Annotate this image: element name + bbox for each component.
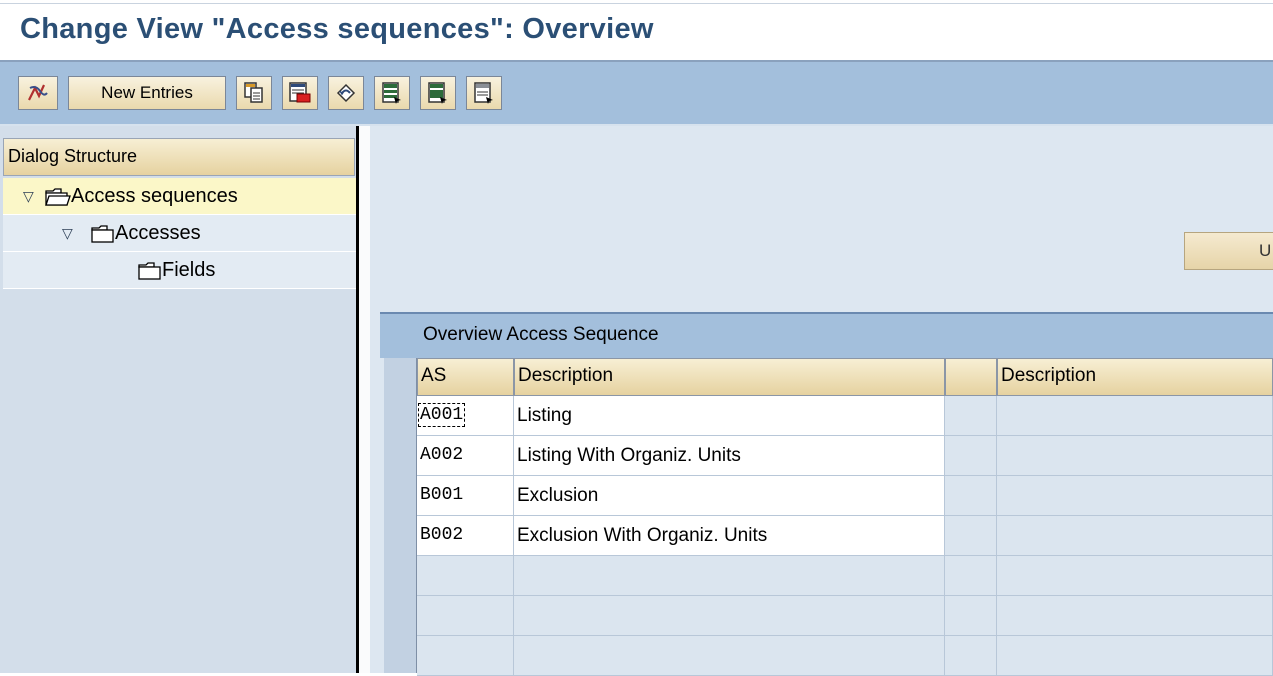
table-row-7-blank-cell [945,636,997,676]
table-row-4-as-cell[interactable]: B002 [417,516,514,556]
table-row-1-as-cell[interactable]: A001 [417,396,514,436]
delete-button[interactable] [282,76,318,110]
table-row-6-description-cell[interactable] [514,596,945,636]
table-row-4-description-cell[interactable]: Exclusion With Organiz. Units [514,516,945,556]
new-entries-label: New Entries [101,83,193,102]
folder-icon [91,225,114,243]
table-row-1-blank-cell [945,396,997,436]
select-block-button[interactable] [420,76,456,110]
table-row-7-description-cell[interactable] [514,636,945,676]
select-all-icon [382,82,401,104]
as-value: A002 [420,445,464,465]
table-title: Overview Access Sequence [380,312,1273,358]
column-header-blank[interactable] [945,358,997,396]
table-row-6-description-2-cell [997,596,1273,636]
select-all-button[interactable] [374,76,410,110]
dialog-structure-panel: Dialog Structure ▽ Access sequences ▽ Ac… [0,126,370,673]
folder-icon [138,262,161,280]
partially-visible-button[interactable]: U [1184,232,1273,270]
open-folder-icon [45,188,71,206]
table-row-4-description-2-cell [997,516,1273,556]
table-row-5-description-cell[interactable] [514,556,945,596]
panel-gap [359,126,370,673]
title-bar: Change View "Access sequences": Overview [0,0,1273,62]
column-header-description-2[interactable]: Description [997,358,1273,396]
table-row-5-description-2-cell [997,556,1273,596]
delete-icon [289,82,311,103]
table-row-2-blank-cell [945,436,997,476]
table-row-7-as-cell[interactable] [417,636,514,676]
select-block-icon [428,82,447,104]
description-value: Exclusion [517,485,599,506]
expand-triangle-icon[interactable]: ▽ [23,188,34,205]
tree-item-accesses[interactable]: ▽ Accesses [3,215,356,252]
as-value: B001 [420,485,464,505]
access-sequence-table: AS Description Description A001 Listing … [384,358,1273,676]
tree-item-access-sequences[interactable]: ▽ Access sequences [3,178,356,215]
table-row-3-as-cell[interactable]: B001 [417,476,514,516]
row-selector-column[interactable] [384,358,417,673]
title-top-divider [0,3,1273,4]
column-header-as[interactable]: AS [417,358,514,396]
description-value: Exclusion With Organiz. Units [517,525,768,546]
page-title: Change View "Access sequences": Overview [20,13,654,45]
deselect-all-button[interactable] [466,76,502,110]
copy-icon [244,82,263,103]
table-row-7-description-2-cell [997,636,1273,676]
column-header-description[interactable]: Description [514,358,945,396]
tree-item-label: Accesses [115,222,201,244]
table-row-5-blank-cell [945,556,997,596]
table-row-1-description-2-cell [997,396,1273,436]
as-value: A001 [417,403,466,427]
new-entries-button[interactable]: New Entries [68,76,226,110]
copy-button[interactable] [236,76,272,110]
table-row-1-description-cell[interactable]: Listing [514,396,945,436]
dialog-structure-header: Dialog Structure [3,138,355,176]
tree-item-label: Fields [162,259,216,281]
display-change-icon [28,84,48,101]
display-change-button[interactable] [18,76,58,110]
undo-button[interactable] [328,76,364,110]
table-row-5-as-cell[interactable] [417,556,514,596]
table-row-3-description-2-cell [997,476,1273,516]
table-row-2-description-2-cell [997,436,1273,476]
table-row-4-blank-cell [945,516,997,556]
deselect-all-icon [474,82,493,104]
undo-icon [336,83,356,103]
expand-triangle-icon[interactable]: ▽ [62,225,73,242]
table-row-3-blank-cell [945,476,997,516]
description-value: Listing With Organiz. Units [517,445,741,466]
table-row-6-as-cell[interactable] [417,596,514,636]
tree-item-fields[interactable]: Fields [3,252,356,289]
table-row-3-description-cell[interactable]: Exclusion [514,476,945,516]
table-row-6-blank-cell [945,596,997,636]
application-toolbar: New Entries [0,62,1273,126]
as-value: B002 [420,525,464,545]
table-row-2-description-cell[interactable]: Listing With Organiz. Units [514,436,945,476]
tree-item-label: Access sequences [71,185,238,207]
table-row-2-as-cell[interactable]: A002 [417,436,514,476]
description-value: Listing [517,405,572,426]
